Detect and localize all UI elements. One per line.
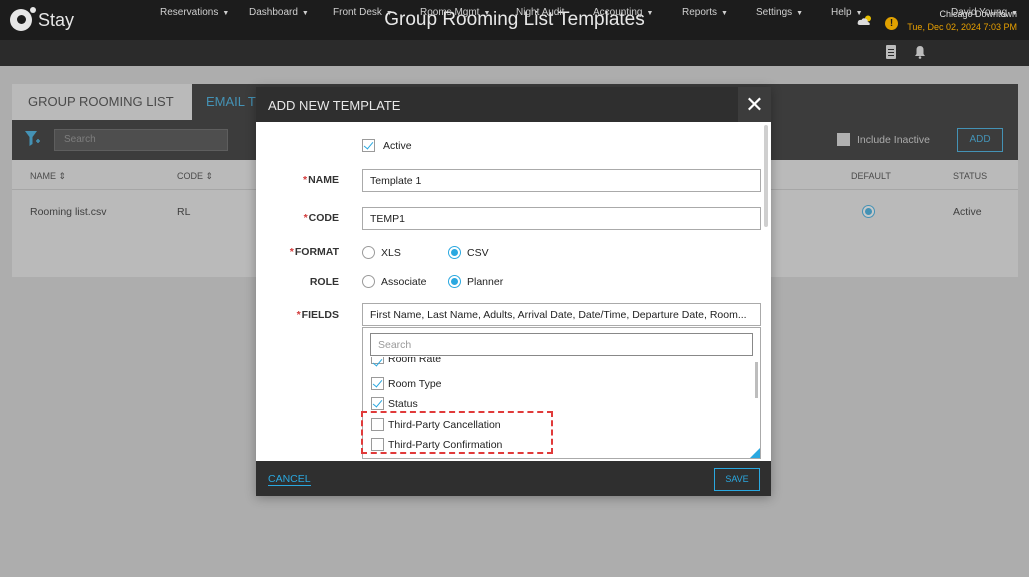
field-checkbox-room-rate[interactable]	[371, 357, 384, 364]
add-template-dialog: ADD NEW TEMPLATE ✕ Active *NAME Template…	[256, 87, 771, 496]
cancel-button[interactable]: CANCEL	[268, 473, 311, 486]
nav-label: Reports	[682, 7, 718, 18]
nav-label: Night Audit	[516, 7, 565, 18]
required-marker: *	[303, 212, 308, 224]
resize-handle-icon[interactable]	[750, 448, 760, 458]
dialog-scrollbar[interactable]	[764, 125, 768, 227]
clipboard-icon[interactable]	[886, 45, 896, 59]
name-field-label: *NAME	[256, 174, 339, 186]
required-marker: *	[302, 174, 308, 186]
active-checkbox[interactable]	[362, 139, 375, 152]
chevron-down-icon: ▼	[646, 10, 654, 17]
chevron-down-icon: ▼	[855, 10, 863, 17]
fields-multiselect[interactable]: First Name, Last Name, Adults, Arrival D…	[362, 303, 761, 326]
close-button[interactable]: ✕	[738, 87, 771, 122]
chevron-down-icon: ▼	[301, 10, 309, 17]
nav-label: Settings	[756, 7, 793, 18]
nav-label: Dashboard	[249, 7, 298, 18]
role-option-planner: Planner	[467, 276, 504, 288]
chevron-down-icon: ▼	[483, 10, 491, 17]
nav-label: Help	[831, 7, 852, 18]
field-label-status: Status	[388, 398, 418, 410]
field-checkbox-room-type[interactable]	[371, 377, 384, 390]
fields-search-input[interactable]: Search	[370, 333, 753, 356]
code-label-text: CODE	[308, 212, 339, 224]
format-radio-xls[interactable]	[362, 246, 375, 259]
save-button[interactable]: SAVE	[714, 468, 760, 491]
user-name: David Young	[951, 7, 1008, 18]
nav-label: Reservations	[160, 7, 219, 18]
page-title: Group Rooming List Templates	[384, 9, 645, 30]
nav-item-reservations[interactable]: Reservations ▼	[160, 7, 229, 18]
chevron-down-icon: ▼	[1011, 10, 1019, 17]
role-radio-associate[interactable]	[362, 275, 375, 288]
highlight-box	[361, 411, 553, 454]
nav-item-rooms-mgmt[interactable]: Rooms Mgmt ▼	[420, 7, 490, 18]
required-marker: *	[296, 309, 301, 321]
dialog-title: ADD NEW TEMPLATE	[268, 98, 401, 113]
role-option-associate: Associate	[381, 276, 427, 288]
dialog-header: ADD NEW TEMPLATE ✕	[256, 87, 771, 122]
chevron-down-icon: ▼	[222, 10, 230, 17]
nav-label: Rooms Mgmt	[420, 7, 480, 18]
user-menu[interactable]: David Young ▼	[951, 7, 1018, 18]
format-label-text: FORMAT	[294, 246, 339, 258]
nav-item-dashboard[interactable]: Dashboard ▼	[249, 7, 309, 18]
fields-field-label: *FIELDS	[256, 309, 339, 321]
field-label-room-rate: Room Rate	[388, 357, 442, 365]
format-option-xls: XLS	[381, 247, 401, 259]
nav-item-settings[interactable]: Settings ▼	[756, 7, 803, 18]
name-input[interactable]: Template 1	[362, 169, 761, 192]
code-field-label: *CODE	[256, 212, 339, 224]
chevron-down-icon: ▼	[796, 10, 804, 17]
chevron-down-icon: ▼	[385, 10, 393, 17]
code-input[interactable]: TEMP1	[362, 207, 761, 230]
nav-label: Accounting	[593, 7, 643, 18]
bell-icon[interactable]	[914, 45, 926, 59]
dialog-footer: CANCEL SAVE	[256, 461, 771, 496]
role-field-label: ROLE	[309, 276, 339, 288]
nav-item-night-audit[interactable]: Night Audit	[516, 7, 564, 18]
name-label-text: NAME	[308, 174, 339, 186]
nav-item-front-desk[interactable]: Front Desk ▼	[333, 7, 393, 18]
format-radio-csv[interactable]	[448, 246, 461, 259]
current-datetime: Tue, Dec 02, 2024 7:03 PM	[907, 22, 1017, 32]
field-checkbox-status[interactable]	[371, 397, 384, 410]
required-marker: *	[289, 246, 294, 258]
fields-list-scrollbar[interactable]	[755, 362, 758, 398]
chevron-down-icon: ▼	[721, 10, 728, 17]
nav-item-reports[interactable]: Reports ▼	[682, 7, 728, 18]
field-label-room-type: Room Type	[388, 378, 442, 390]
fields-label-text: FIELDS	[301, 309, 339, 321]
nav-label: Front Desk	[333, 7, 382, 18]
role-radio-planner[interactable]	[448, 275, 461, 288]
active-label: Active	[383, 140, 412, 152]
format-option-csv: CSV	[467, 247, 489, 259]
main-nav	[0, 40, 1029, 66]
nav-item-accounting[interactable]: Accounting ▼	[593, 7, 653, 18]
format-field-label: *FORMAT	[256, 246, 339, 258]
alert-icon[interactable]: !	[885, 17, 898, 30]
nav-item-help[interactable]: Help ▼	[831, 7, 863, 18]
